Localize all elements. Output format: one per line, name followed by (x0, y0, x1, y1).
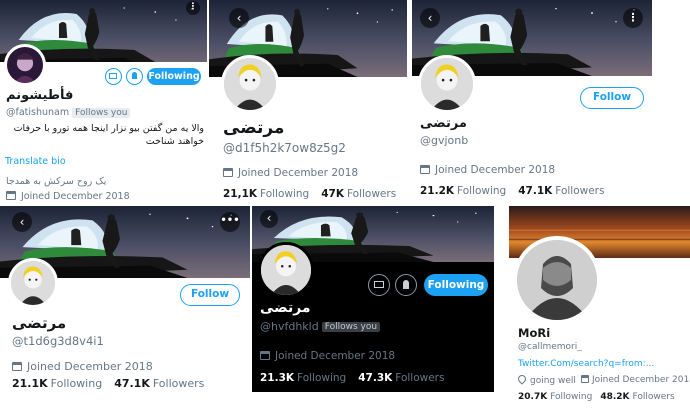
handle: @fatishunam Follows you (6, 107, 131, 118)
following-button[interactable]: Following (147, 68, 201, 85)
display-name: فأطیشونم (6, 88, 74, 103)
profile-card-5: ‹ Following مرتضی @hvfdhkld Follows you J… (252, 206, 494, 392)
follows-you-badge: Follows you (72, 107, 131, 118)
profile-card-2: ‹ مرتضی @d1f5h2k7ow8z5g2 Joined December… (209, 0, 407, 204)
calendar-icon (581, 375, 589, 383)
joined-date: Joined December 2018 (223, 167, 358, 179)
translate-bio-link[interactable]: Translate bio (5, 156, 66, 167)
follow-button[interactable]: Follow (180, 284, 240, 306)
follow-button[interactable]: Follow (580, 87, 644, 109)
profile-card-6: MoRi @callmemori_ Twitter.Com/search?q=f… (509, 206, 690, 408)
back-arrow-icon[interactable]: ‹ (420, 8, 440, 28)
followers-count[interactable]: 47K Followers (321, 188, 396, 200)
location-text: یک روح سرکش به همدجا (6, 176, 107, 187)
back-arrow-icon[interactable]: ‹ (260, 210, 278, 228)
display-name: MoRi (518, 326, 551, 340)
calendar-icon (260, 351, 270, 360)
display-name: مرتضی (260, 300, 311, 316)
following-count[interactable]: 21,1K Following (223, 188, 309, 200)
calendar-icon (6, 191, 16, 200)
location-text: going well (516, 373, 576, 386)
avatar[interactable] (418, 55, 476, 113)
mail-icon[interactable] (368, 274, 390, 296)
more-options-icon[interactable]: ⋮ (623, 8, 643, 28)
followers-count[interactable]: 47.1K Followers (518, 185, 604, 197)
calendar-icon (223, 168, 233, 177)
follow-stats: 21.2K Following 47.1K Followers (420, 185, 604, 197)
avatar[interactable] (4, 44, 46, 86)
follow-stats: 20.7K Following 48.2K Followers (518, 392, 675, 402)
avatar[interactable] (221, 55, 279, 113)
handle: @callmemori_ (518, 342, 582, 352)
back-arrow-icon[interactable]: ‹ (229, 8, 249, 28)
following-count[interactable]: 21.1K Following (12, 377, 102, 390)
profile-link[interactable]: Twitter.Com/search?q=from:... (518, 359, 654, 369)
display-name: مرتضی (223, 118, 285, 138)
notification-bell-icon[interactable] (395, 274, 417, 296)
profile-card-4: ‹ ••• Follow مرتضی @t1d6g3d8v4i1 Joined … (0, 206, 250, 408)
handle: @t1d6g3d8v4i1 (12, 334, 104, 348)
calendar-icon (420, 165, 430, 174)
joined-date: Joined December 2018 (6, 191, 130, 202)
followers-count[interactable]: 47.1K Followers (114, 377, 204, 390)
back-arrow-icon[interactable]: ‹ (12, 212, 32, 232)
follow-stats: 21.3K Following 47.3K Followers (260, 372, 444, 384)
following-button[interactable]: Following (424, 274, 488, 296)
joined-date: Joined December 2018 (420, 164, 555, 176)
following-count[interactable]: 21.3K Following (260, 372, 346, 384)
bio-text: والا یه من گفتن بیو نزار اینجا همه تورو … (13, 123, 204, 147)
joined-date: Joined December 2018 (12, 360, 153, 373)
profile-card-1: ⋮ Following فأطیشونم @fatishunam Follows … (0, 0, 207, 204)
location-pin-icon (516, 373, 528, 385)
avatar[interactable] (513, 236, 601, 324)
handle: @d1f5h2k7ow8z5g2 (223, 141, 346, 155)
mail-icon[interactable] (105, 68, 122, 85)
follow-stats: 21,1K Following 47K Followers (223, 188, 396, 200)
follow-stats: 21.1K Following 47.1K Followers (12, 377, 204, 390)
followers-count[interactable]: 47.3K Followers (358, 372, 444, 384)
more-options-icon[interactable]: ⋮ (186, 1, 200, 15)
following-count[interactable]: 21.2K Following (420, 185, 506, 197)
profile-card-3: ‹ ⋮ Follow مرتضی @gvjonb Joined December… (412, 0, 652, 204)
following-count[interactable]: 20.7K Following (518, 392, 592, 402)
display-name: مرتضی (12, 314, 67, 332)
follows-you-badge: Follows you (321, 322, 381, 332)
display-name: مرتضی (420, 116, 467, 131)
handle: @gvjonb (420, 134, 469, 147)
joined-date: Joined December 2018 (581, 375, 690, 385)
avatar[interactable] (8, 258, 58, 308)
more-options-icon[interactable]: ••• (220, 212, 240, 232)
avatar[interactable] (258, 242, 314, 298)
calendar-icon (12, 362, 22, 371)
followers-count[interactable]: 48.2K Followers (600, 392, 674, 402)
handle: @hvfdhkld Follows you (260, 320, 381, 333)
joined-date: Joined December 2018 (260, 350, 395, 362)
notification-bell-icon[interactable] (126, 68, 143, 85)
